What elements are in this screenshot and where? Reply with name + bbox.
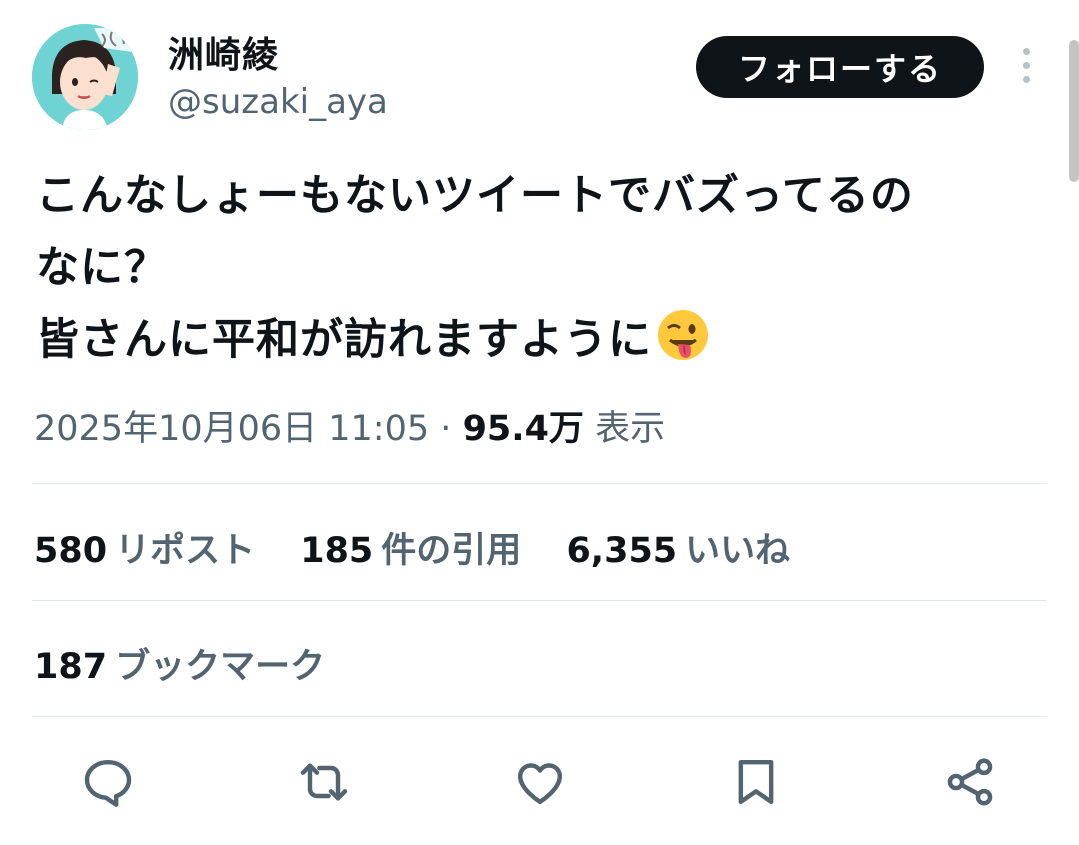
tweet-line: こんなしょーもないツイートでバズってるの — [36, 171, 914, 221]
engagement-stats: 580 リポスト 185 件の引用 6,355 いいね — [34, 522, 824, 573]
tweet-line: 皆さんに平和が訪れますように — [36, 304, 1046, 376]
like-stat[interactable]: 6,355 いいね — [566, 531, 790, 571]
quote-stat[interactable]: 185 件の引用 — [300, 531, 521, 571]
meta-separator: · — [440, 409, 452, 449]
divider — [32, 600, 1047, 601]
avatar-illustration-icon — [32, 24, 138, 130]
winking-face-with-tongue-icon — [658, 310, 708, 360]
bookmark-stat[interactable]: 187 ブックマーク — [34, 647, 325, 687]
tweet-line: なに？ — [36, 243, 168, 293]
view-label: 表示 — [595, 409, 666, 449]
user-handle[interactable]: @suzaki_aya — [168, 82, 388, 122]
share-icon[interactable] — [938, 750, 1002, 814]
scrollbar[interactable] — [1069, 40, 1079, 182]
reply-icon[interactable] — [76, 750, 140, 814]
divider — [32, 483, 1047, 484]
action-bar — [0, 750, 1079, 814]
more-options-icon[interactable] — [1016, 48, 1036, 88]
divider — [32, 716, 1047, 717]
display-name[interactable]: 洲崎綾 — [168, 26, 279, 78]
tweet-text: こんなしょーもないツイートでバズってるの なに？ 皆さんに平和が訪れますように — [36, 160, 1046, 376]
bookmark-stats: 187 ブックマーク — [34, 638, 359, 689]
repost-icon[interactable] — [292, 750, 356, 814]
bookmark-icon[interactable] — [724, 750, 788, 814]
tweet-meta: 2025年10月06日 11:05 · 95.4万 表示 — [34, 400, 665, 451]
tweet-line-text: 皆さんに平和が訪れますように — [36, 315, 652, 365]
repost-stat[interactable]: 580 リポスト — [34, 531, 255, 571]
view-count: 95.4万 — [462, 409, 584, 449]
timestamp[interactable]: 2025年10月06日 11:05 — [34, 409, 429, 449]
avatar[interactable] — [32, 24, 138, 130]
follow-button[interactable]: フォローする — [696, 36, 984, 98]
like-icon[interactable] — [508, 750, 572, 814]
